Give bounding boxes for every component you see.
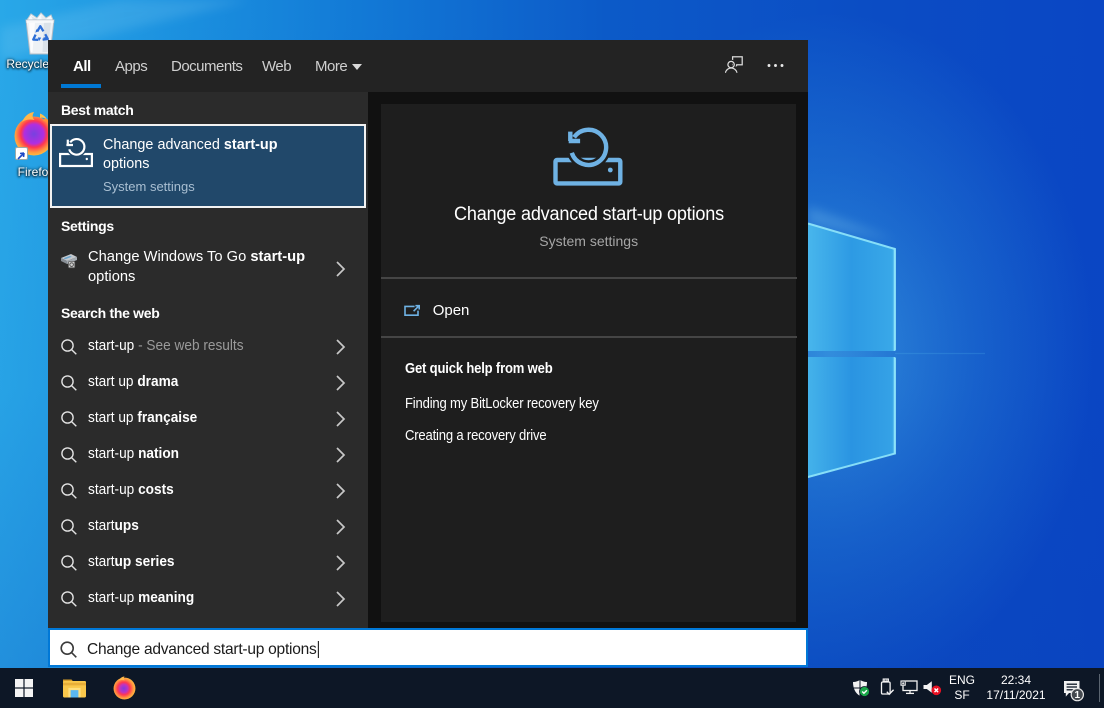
svg-text:1: 1: [1075, 690, 1081, 701]
